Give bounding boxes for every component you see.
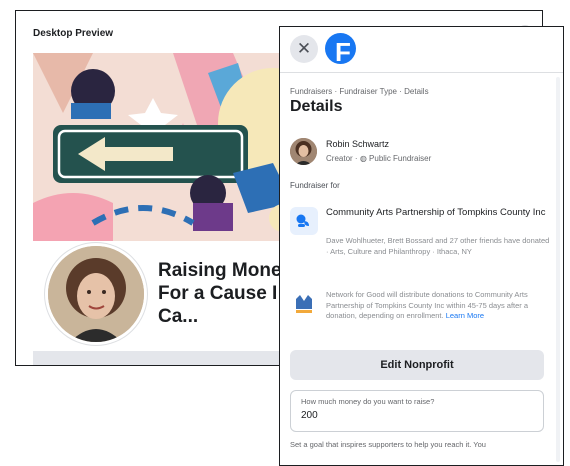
preview-footer-strip: [33, 351, 303, 365]
creator-role: Creator: [326, 154, 353, 163]
cover-photo: [33, 53, 303, 241]
globe-icon: ◍: [359, 154, 367, 163]
network-for-good-logo-icon: [290, 289, 318, 319]
preview-title: Desktop Preview: [33, 28, 114, 39]
learn-more-link[interactable]: Learn More: [446, 311, 484, 320]
creator-name: Robin Schwartz: [326, 139, 390, 149]
panel-scrollbar[interactable]: [556, 77, 560, 462]
network-notice: Network for Good will distribute donatio…: [326, 290, 529, 320]
fundraiser-title: Raising Money For a Cause I Ca...: [158, 260, 293, 327]
nonprofit-name[interactable]: Community Arts Partnership of Tompkins C…: [326, 207, 551, 219]
goal-label: How much money do you want to raise?: [301, 397, 435, 406]
fundraiser-for-label: Fundraiser for: [290, 181, 340, 190]
cover-illustration: [33, 53, 303, 241]
nonprofit-icon: [290, 207, 318, 235]
edit-nonprofit-button[interactable]: Edit Nonprofit: [290, 350, 544, 380]
facebook-logo-icon[interactable]: F: [325, 33, 356, 64]
fundraiser-avatar: [45, 243, 147, 345]
goal-helper-text: Set a goal that inspires supporters to h…: [290, 440, 486, 449]
close-icon: ✕: [296, 39, 312, 58]
breadcrumb: Fundraisers · Fundraiser Type · Details: [290, 87, 429, 96]
page-title: Details: [290, 98, 343, 115]
close-button[interactable]: ✕: [290, 35, 318, 63]
goal-amount-input[interactable]: [301, 410, 531, 421]
fundraiser-visibility: Public Fundraiser: [369, 154, 432, 163]
details-panel: ✕ F Fundraisers · Fundraiser Type · Deta…: [279, 26, 564, 466]
panel-header: ✕ F: [280, 27, 563, 73]
goal-field[interactable]: How much money do you want to raise?: [290, 390, 544, 432]
creator-avatar: [290, 138, 317, 165]
creator-meta: Creator · ◍ Public Fundraiser: [326, 154, 432, 163]
nonprofit-description: Dave Wohlhueter, Brett Bossard and 27 ot…: [326, 236, 550, 256]
